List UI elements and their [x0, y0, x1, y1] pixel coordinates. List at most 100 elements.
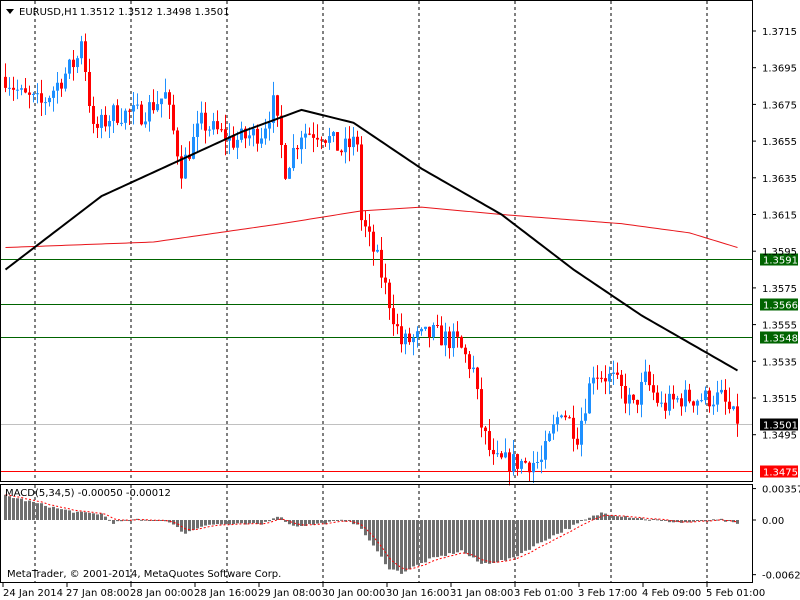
candle-body: [120, 122, 123, 124]
candle-body: [640, 381, 643, 405]
candle-body: [428, 326, 431, 338]
price-level-tag-label: 1.3475: [763, 468, 798, 479]
candle-body: [572, 417, 575, 439]
candle-body: [692, 401, 695, 406]
macd-bar: [76, 511, 79, 520]
macd-bar: [252, 520, 255, 524]
horizontal-levels[interactable]: 1.35911.35661.35481.35011.3475: [1, 253, 798, 479]
time-tick-label: 24 Jan 2014: [3, 588, 63, 599]
candle-body: [508, 452, 511, 472]
macd-bar: [56, 508, 59, 520]
macd-bar: [528, 520, 531, 550]
macd-bar: [452, 520, 455, 554]
candle-body: [268, 122, 271, 129]
candle-body: [364, 220, 367, 227]
candle-body: [368, 226, 371, 232]
candle-body: [56, 82, 59, 91]
candle-body: [624, 385, 627, 404]
price-tick-label: 1.3535: [762, 357, 797, 368]
macd-bar: [204, 520, 207, 526]
macd-bar: [220, 520, 223, 525]
candle-body: [664, 402, 667, 411]
macd-bar: [564, 520, 567, 529]
macd-bar: [584, 519, 587, 521]
ohlc-label: 1.3512 1.3512 1.3498 1.3501: [80, 7, 230, 18]
macd-bar: [368, 520, 371, 541]
candle-body: [596, 377, 599, 379]
candle-body: [656, 392, 659, 403]
price-tick-label: 1.3595: [762, 247, 797, 258]
candle-body: [724, 389, 727, 402]
macd-bar: [472, 520, 475, 558]
candle-body: [80, 41, 83, 59]
macd-bar: [420, 520, 423, 564]
candle-body: [144, 121, 147, 125]
candle-body: [548, 433, 551, 442]
macd-bar: [28, 500, 31, 520]
candle-body: [516, 454, 519, 469]
macd-bar: [32, 501, 35, 520]
macd-bar: [636, 518, 639, 520]
macd-bar: [316, 520, 319, 524]
macd-bar: [44, 505, 47, 520]
candle-body: [688, 389, 691, 402]
price-chart[interactable]: 1.35911.35661.35481.35011.3475 1.3715 1.3…: [0, 0, 800, 600]
macd-bar: [456, 520, 459, 553]
candle-body: [192, 136, 195, 159]
macd-bar: [196, 520, 199, 529]
candle-body: [636, 399, 639, 405]
macd-bar: [648, 519, 651, 521]
time-tick-label: 28 Jan 16:00: [194, 588, 257, 599]
macd-bar: [92, 513, 95, 520]
candle-body: [576, 438, 579, 445]
macd-bar: [616, 516, 619, 520]
macd-bar: [200, 520, 203, 527]
candle-body: [484, 427, 487, 432]
macd-bar: [536, 520, 539, 544]
price-tick-label: 1.3715: [762, 27, 797, 38]
macd-bar: [68, 510, 71, 520]
macd-bar: [596, 515, 599, 520]
price-tick-label: 1.3695: [762, 64, 797, 75]
price-level-tag-label: 1.3566: [763, 301, 798, 312]
candle-body: [256, 128, 259, 144]
candle-body: [580, 420, 583, 445]
candle-body: [620, 374, 623, 386]
candle-body: [132, 105, 135, 112]
candle-body: [492, 449, 495, 455]
candle-body: [644, 371, 647, 382]
macd-signal-line: [5, 494, 738, 570]
macd-bar: [516, 520, 519, 557]
macd-bar: [408, 520, 411, 570]
candle-body: [172, 104, 175, 131]
candle-body: [248, 135, 251, 139]
candle-body: [360, 144, 363, 221]
macd-bar: [240, 520, 243, 524]
candle-body: [628, 394, 631, 404]
macd-bar: [488, 520, 491, 564]
candle-body: [92, 105, 95, 124]
time-tick-label: 30 Jan 00:00: [322, 588, 385, 599]
candle-body: [392, 308, 395, 325]
metatrader-chart-window[interactable]: 1.3591 1.3566 1.3548 1.3501 1.3475 1.3715 1.3…: [0, 0, 800, 600]
candle-body: [332, 132, 335, 137]
candle-body: [444, 331, 447, 346]
macd-bar: [612, 515, 615, 520]
macd-bar: [236, 520, 239, 524]
macd-bar: [36, 503, 39, 520]
candle-body: [668, 393, 671, 411]
candle-body: [296, 147, 299, 150]
macd-bar: [508, 520, 511, 559]
candle-body: [68, 59, 71, 74]
macd-bar: [340, 519, 343, 521]
candle-body: [72, 59, 75, 68]
macd-bar: [224, 520, 227, 525]
candle-body: [152, 102, 155, 111]
candle-body: [316, 137, 319, 140]
macd-bar: [332, 520, 335, 521]
candle-body: [148, 102, 151, 122]
dropdown-triangle-icon[interactable]: [6, 9, 14, 14]
macd-bar: [64, 509, 67, 520]
candle-body: [32, 93, 35, 95]
candle-body: [520, 460, 523, 469]
